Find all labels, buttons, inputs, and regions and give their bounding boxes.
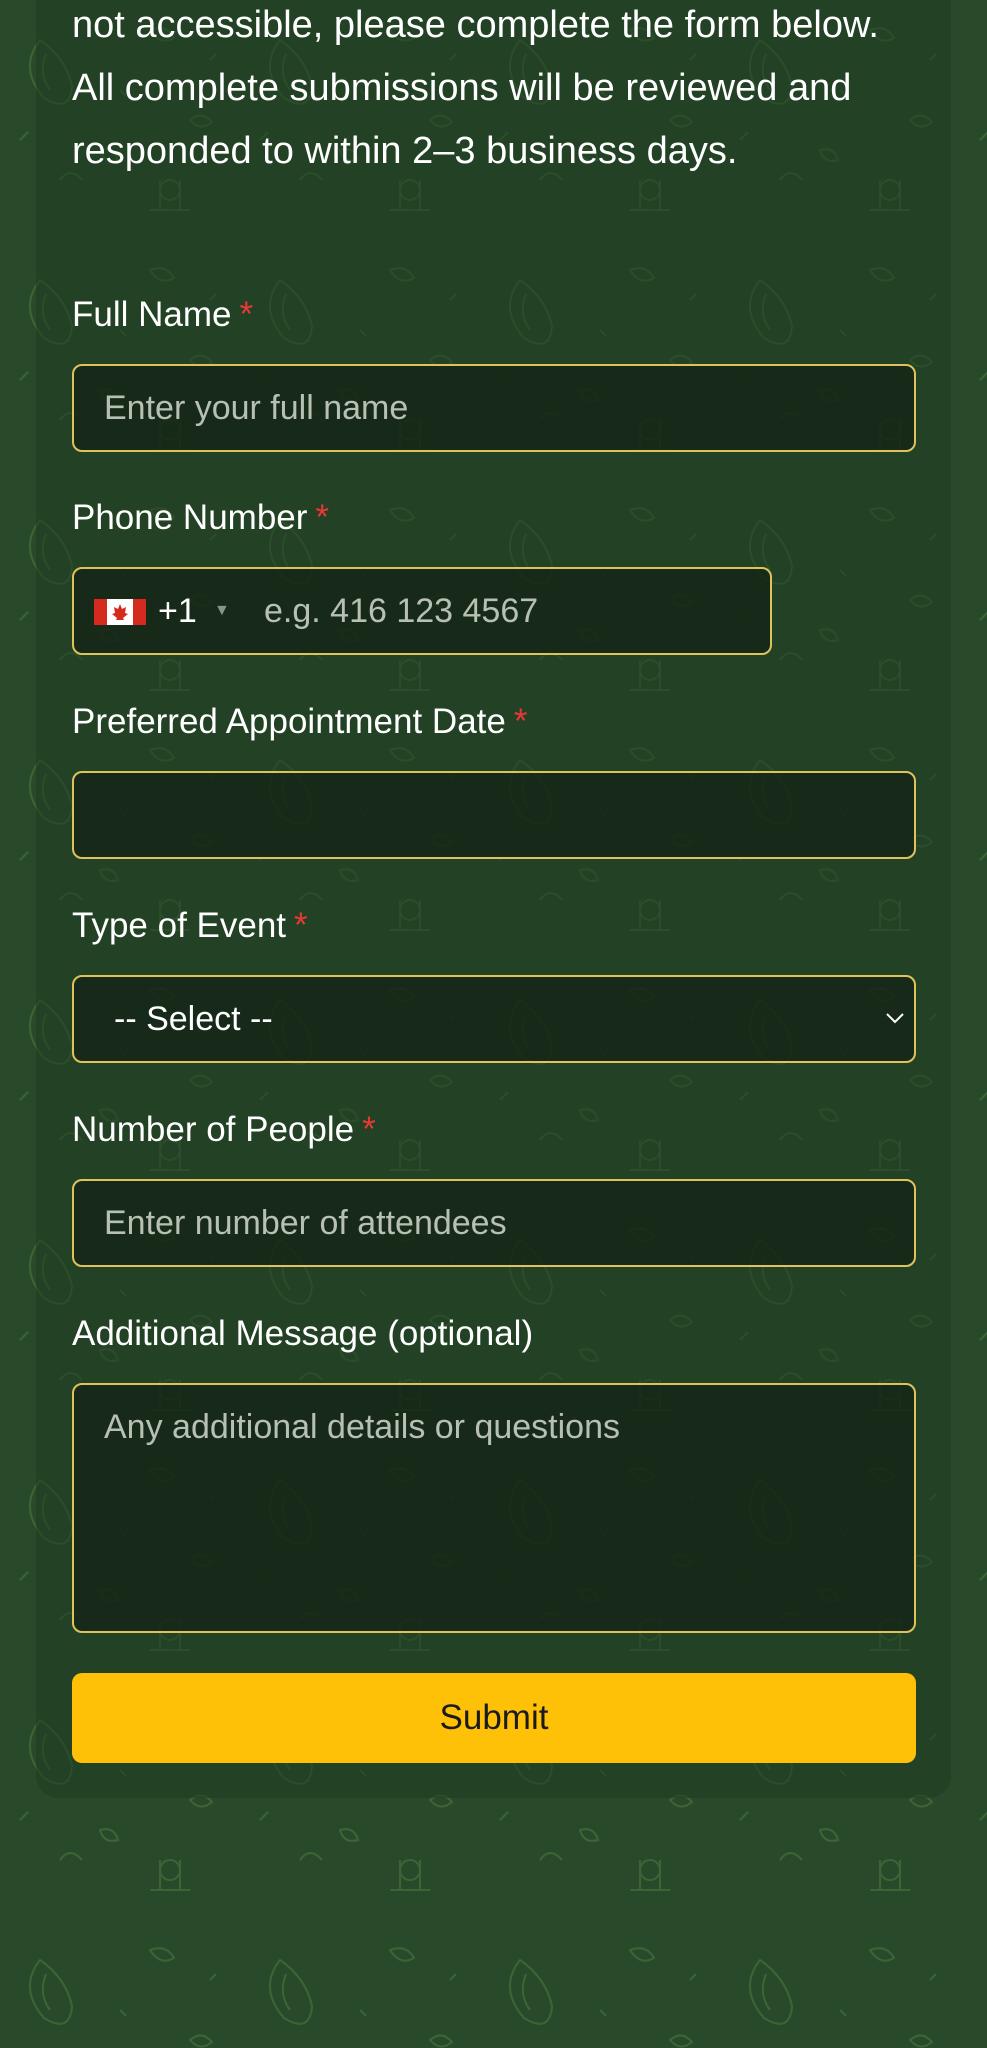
required-asterisk: * <box>513 702 528 741</box>
additional-message-label-text: Additional Message (optional) <box>72 1314 534 1353</box>
required-asterisk: * <box>362 1110 376 1149</box>
country-dropdown-caret-icon[interactable]: ▼ <box>214 599 230 623</box>
people-count-label-text: Number of People <box>72 1110 355 1149</box>
phone-number-label-text: Phone Number <box>72 498 308 537</box>
additional-message-label: Additional Message (optional) <box>72 1312 533 1356</box>
phone-number-input[interactable] <box>254 577 774 645</box>
additional-message-textarea[interactable] <box>72 1383 916 1633</box>
intro-text: not accessible, please complete the form… <box>72 4 879 172</box>
event-type-label: Type of Event * <box>72 904 308 948</box>
full-name-input[interactable] <box>72 364 916 452</box>
required-asterisk: * <box>294 906 308 945</box>
phone-field: +1 ▼ <box>72 567 774 655</box>
people-count-label: Number of People * <box>72 1108 376 1152</box>
required-asterisk: * <box>239 295 254 334</box>
phone-number-label: Phone Number * <box>72 496 329 540</box>
full-name-label-text: Full Name <box>72 295 232 334</box>
people-count-input[interactable] <box>72 1179 916 1267</box>
dial-code[interactable]: +1 <box>158 589 197 633</box>
event-type-selected-value: -- Select -- <box>114 1000 273 1038</box>
appointment-date-label: Preferred Appointment Date * <box>72 700 528 744</box>
canada-flag-icon[interactable] <box>94 599 146 625</box>
event-type-select[interactable]: -- Select -- <box>72 975 916 1063</box>
chevron-down-icon <box>886 1013 904 1024</box>
appointment-date-label-text: Preferred Appointment Date <box>72 702 506 741</box>
submit-button[interactable]: Submit <box>72 1673 916 1763</box>
full-name-label: Full Name * <box>72 293 253 337</box>
appointment-date-input[interactable] <box>72 771 916 859</box>
required-asterisk: * <box>315 498 330 537</box>
event-type-label-text: Type of Event <box>72 906 287 945</box>
